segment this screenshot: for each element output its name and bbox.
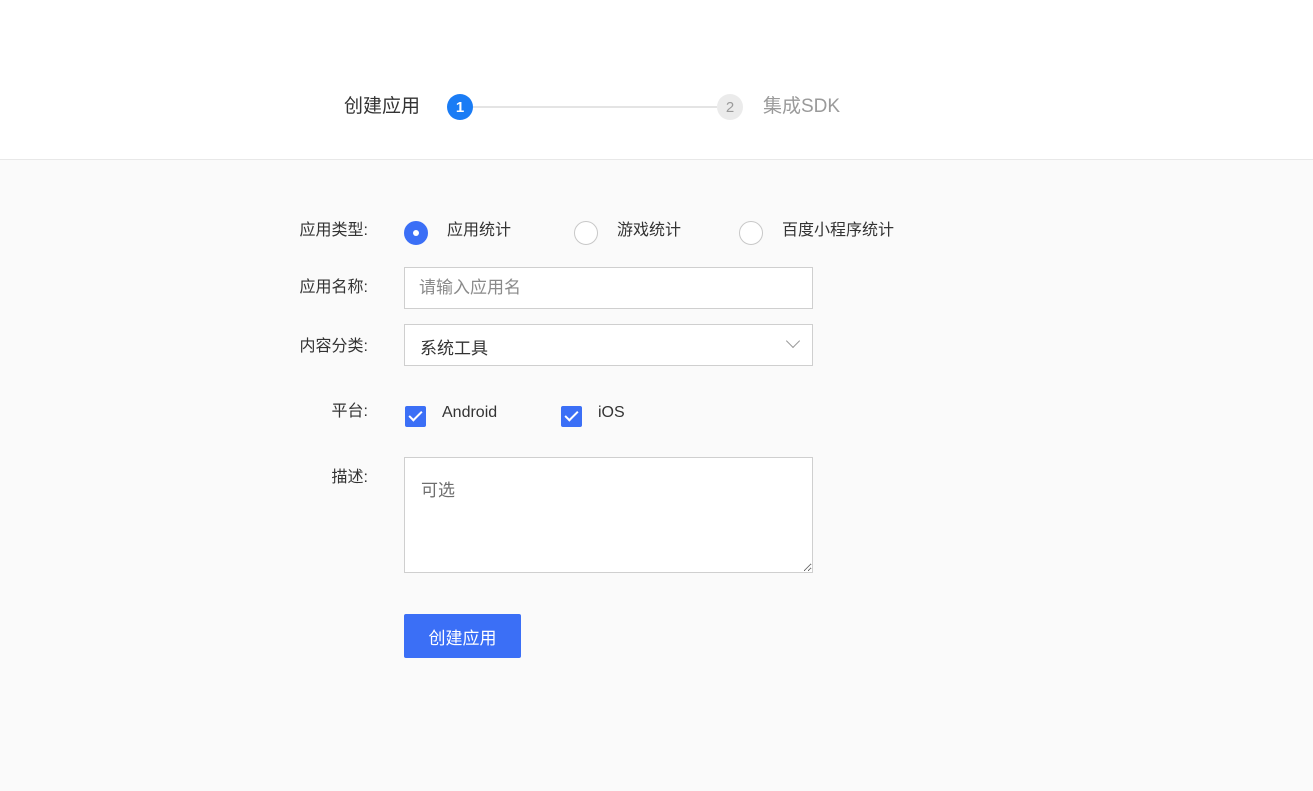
checkbox-android[interactable]: Android	[405, 404, 498, 427]
step-1-indicator: 1	[447, 94, 473, 120]
category-label: 内容分类:	[299, 338, 368, 355]
radio-label-mini-program-stats: 百度小程序统计	[782, 222, 895, 239]
app-name-input[interactable]	[404, 267, 813, 309]
platform-label: 平台:	[331, 403, 368, 420]
step-1-label: 创建应用	[344, 96, 421, 117]
description-label: 描述:	[331, 469, 368, 486]
radio-label-app-stats: 应用统计	[447, 222, 512, 239]
chevron-down-icon	[785, 333, 801, 349]
radio-game-stats[interactable]: 游戏统计	[574, 221, 681, 245]
category-select[interactable]: 系统工具	[404, 324, 813, 366]
radio-label-game-stats: 游戏统计	[617, 222, 682, 239]
checkbox-label-android: Android	[442, 404, 498, 421]
description-textarea[interactable]	[404, 457, 813, 573]
radio-circle-icon[interactable]	[574, 221, 598, 245]
step-2-label: 集成SDK	[763, 96, 841, 117]
app-name-label: 应用名称:	[299, 279, 368, 296]
category-selected-value: 系统工具	[420, 339, 488, 358]
create-app-button[interactable]: 创建应用	[404, 614, 521, 658]
checkbox-label-ios: iOS	[598, 404, 625, 421]
checkbox-checked-icon[interactable]	[561, 405, 582, 427]
radio-circle-icon[interactable]	[404, 221, 428, 245]
step-2-number: 2	[725, 98, 735, 116]
radio-mini-program-stats[interactable]: 百度小程序统计	[739, 221, 894, 245]
radio-circle-icon[interactable]	[739, 221, 763, 245]
step-connector	[473, 106, 717, 108]
radio-app-stats[interactable]: 应用统计	[404, 221, 511, 245]
checkbox-checked-icon[interactable]	[405, 405, 426, 427]
steps-header: 创建应用 1 2 集成SDK	[0, 0, 1313, 160]
app-type-label: 应用类型:	[299, 222, 368, 239]
step-1-number: 1	[455, 98, 465, 116]
step-2-indicator: 2	[717, 94, 743, 120]
checkbox-ios[interactable]: iOS	[561, 404, 625, 427]
